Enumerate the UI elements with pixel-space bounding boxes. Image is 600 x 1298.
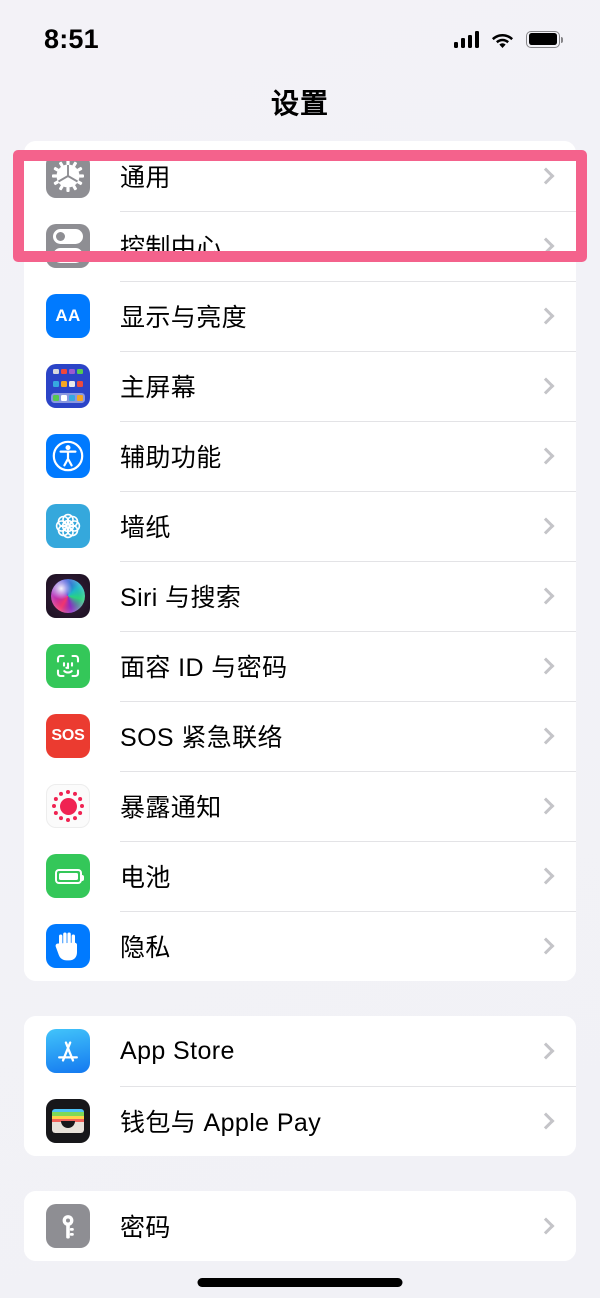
wifi-icon — [491, 31, 514, 48]
settings-row-app-store[interactable]: App Store — [24, 1016, 576, 1086]
settings-row-general[interactable]: 通用 — [24, 141, 576, 211]
status-bar-indicators — [453, 30, 564, 48]
display-brightness-icon: AA — [46, 294, 90, 338]
settings-row-label: SOS 紧急联络 — [120, 724, 283, 752]
control-center-icon — [46, 224, 90, 268]
settings-row-display-brightness[interactable]: AA 显示与亮度 — [24, 281, 576, 351]
battery-full-icon — [526, 30, 564, 48]
home-indicator-bar — [197, 1278, 403, 1287]
settings-row-label: 墙纸 — [120, 514, 171, 542]
siri-icon — [46, 574, 90, 618]
chevron-right-icon — [537, 447, 555, 465]
wallpaper-icon — [46, 504, 90, 548]
accessibility-icon — [46, 434, 90, 478]
chevron-right-icon — [537, 587, 555, 605]
battery-icon — [46, 854, 90, 898]
privacy-hand-icon — [46, 924, 90, 968]
chevron-right-icon — [537, 1217, 555, 1235]
settings-row-exposure-notifications[interactable]: 暴露通知 — [24, 771, 576, 841]
settings-row-privacy[interactable]: 隐私 — [24, 911, 576, 981]
settings-row-label: 暴露通知 — [120, 794, 222, 822]
settings-row-label: 密码 — [120, 1214, 171, 1242]
settings-group-store: App Store 钱包与 Apple Pay — [24, 1016, 576, 1156]
settings-row-accessibility[interactable]: 辅助功能 — [24, 421, 576, 491]
settings-row-label: Siri 与搜索 — [120, 584, 242, 612]
settings-row-emergency-sos[interactable]: SOS SOS 紧急联络 — [24, 701, 576, 771]
settings-row-label: 主屏幕 — [120, 374, 197, 402]
settings-row-control-center[interactable]: 控制中心 — [24, 211, 576, 281]
chevron-right-icon — [537, 167, 555, 185]
wallet-icon — [46, 1099, 90, 1143]
chevron-right-icon — [537, 1042, 555, 1060]
chevron-right-icon — [537, 307, 555, 325]
settings-list[interactable]: 通用 控制中心 AA 显示与亮度 主屏幕 辅助功能 墙纸 Siri 与搜索 面容… — [0, 141, 600, 1298]
settings-row-passwords[interactable]: 密码 — [24, 1191, 576, 1261]
settings-row-home-screen[interactable]: 主屏幕 — [24, 351, 576, 421]
settings-row-label: 通用 — [120, 164, 171, 192]
page-title: 设置 — [270, 88, 329, 119]
chevron-right-icon — [537, 657, 555, 675]
status-bar-time: 8:51 — [44, 23, 99, 54]
settings-group-passwords: 密码 — [24, 1191, 576, 1261]
home-screen-icon — [46, 364, 90, 408]
app-store-icon — [46, 1029, 90, 1073]
key-icon — [46, 1204, 90, 1248]
settings-group-system: 通用 控制中心 AA 显示与亮度 主屏幕 辅助功能 墙纸 Siri 与搜索 面容… — [24, 141, 576, 981]
settings-row-face-id-passcode[interactable]: 面容 ID 与密码 — [24, 631, 576, 701]
face-id-icon — [46, 644, 90, 688]
settings-row-label: 面容 ID 与密码 — [120, 654, 288, 682]
chevron-right-icon — [537, 377, 555, 395]
status-bar: 8:51 — [0, 0, 600, 64]
settings-row-wallet-apple-pay[interactable]: 钱包与 Apple Pay — [24, 1086, 576, 1156]
settings-row-label: 隐私 — [120, 934, 171, 962]
cellular-bars-icon — [453, 30, 479, 48]
settings-screen: 8:51 设置 通用 控制中心 AA 显示与亮度 主屏幕 辅助功能 墙纸 Sir… — [0, 0, 600, 1298]
chevron-right-icon — [537, 797, 555, 815]
chevron-right-icon — [537, 517, 555, 535]
chevron-right-icon — [537, 727, 555, 745]
settings-row-siri-search[interactable]: Siri 与搜索 — [24, 561, 576, 631]
settings-row-label: 钱包与 Apple Pay — [120, 1109, 322, 1137]
exposure-notification-icon — [46, 784, 90, 828]
settings-row-label: 电池 — [120, 864, 171, 892]
chevron-right-icon — [537, 1112, 555, 1130]
settings-row-label: 显示与亮度 — [120, 304, 248, 332]
chevron-right-icon — [537, 867, 555, 885]
chevron-right-icon — [537, 237, 555, 255]
settings-row-wallpaper[interactable]: 墙纸 — [24, 491, 576, 561]
settings-row-label: App Store — [120, 1036, 235, 1065]
sos-icon: SOS — [46, 714, 90, 758]
settings-row-battery[interactable]: 电池 — [24, 841, 576, 911]
settings-row-label: 控制中心 — [120, 234, 222, 262]
gear-icon — [46, 154, 90, 198]
settings-row-label: 辅助功能 — [120, 444, 222, 472]
chevron-right-icon — [537, 937, 555, 955]
